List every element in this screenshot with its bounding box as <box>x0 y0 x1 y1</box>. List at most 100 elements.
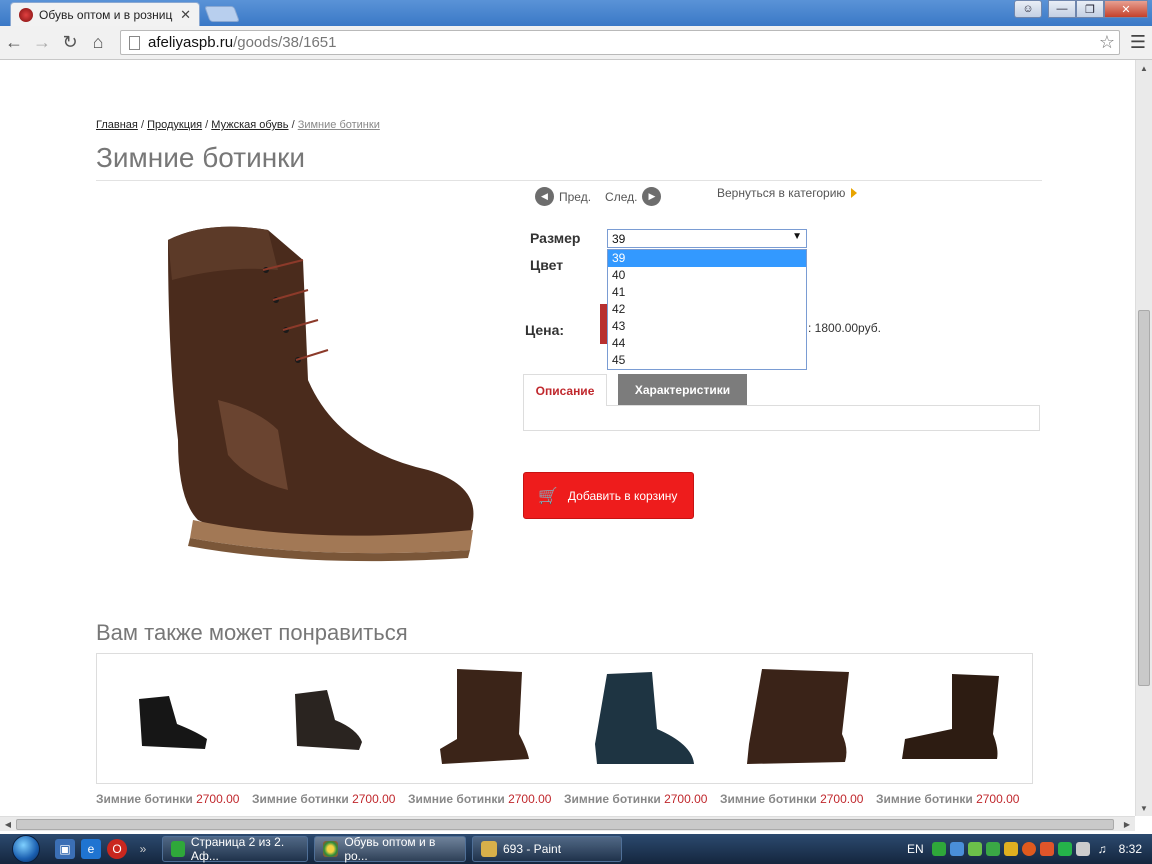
recommended-item-image[interactable] <box>139 696 207 749</box>
recommended-item-image[interactable] <box>440 669 529 764</box>
next-link[interactable]: След. <box>605 190 637 204</box>
breadcrumb-home-link[interactable]: Главная <box>96 119 138 131</box>
back-to-category-label: Вернуться в категорию <box>717 186 846 200</box>
item-name: Зимние ботинки <box>252 792 349 806</box>
scroll-right-icon[interactable]: ▶ <box>1119 817 1135 832</box>
scrollbar-thumb[interactable] <box>16 819 1114 830</box>
tray-icon[interactable] <box>1057 842 1072 856</box>
browser-toolbar: ← → ↻ ⌂ afeliyaspb.ru/goods/38/1651 ☆ ☰ <box>0 26 1152 60</box>
recommended-item-image[interactable] <box>295 690 362 750</box>
size-option[interactable]: 40 <box>608 267 806 284</box>
chevron-right-icon[interactable]: » <box>133 839 153 859</box>
color-label: Цвет <box>530 257 564 273</box>
clock[interactable]: 8:32 <box>1119 842 1142 856</box>
recommended-item-caption[interactable]: Зимние ботинки 2700.00 <box>408 792 551 806</box>
bookmark-star-icon[interactable]: ☆ <box>1099 32 1115 53</box>
volume-icon[interactable]: ♫ <box>1098 842 1107 856</box>
size-option[interactable]: 39 <box>608 250 806 267</box>
minimize-button[interactable]: — <box>1048 0 1076 18</box>
breadcrumb-mens-link[interactable]: Мужская обувь <box>211 119 288 131</box>
language-indicator[interactable]: EN <box>907 842 924 856</box>
recommended-item-caption[interactable]: Зимние ботинки 2700.00 <box>720 792 863 806</box>
quicklaunch-icon[interactable]: ▣ <box>55 839 75 859</box>
tab-title: Обувь оптом и в розниц <box>39 7 173 22</box>
scrollbar-thumb[interactable] <box>1138 310 1150 686</box>
taskbar-item[interactable]: 693 - Paint <box>472 836 622 862</box>
taskbar-item[interactable]: Обувь оптом и в ро... <box>314 835 466 863</box>
scroll-left-icon[interactable]: ◀ <box>0 817 16 832</box>
recommended-item-caption[interactable]: Зимние ботинки 2700.00 <box>564 792 707 806</box>
recommended-item-image[interactable] <box>595 672 694 764</box>
size-option[interactable]: 42 <box>608 301 806 318</box>
tab-close-icon[interactable]: ✕ <box>180 7 191 23</box>
item-name: Зимние ботинки <box>408 792 505 806</box>
item-price: 2700.00 <box>820 792 864 806</box>
price-value: : 1800.00руб. <box>808 321 881 335</box>
forward-arrow-icon[interactable]: → <box>28 29 56 57</box>
size-option[interactable]: 43 <box>608 318 806 335</box>
tab-panel <box>523 405 1040 431</box>
breadcrumb-separator: / <box>140 119 144 131</box>
opera-icon[interactable]: O <box>107 839 127 859</box>
prev-arrow-icon[interactable]: ◀ <box>535 187 554 206</box>
back-arrow-icon[interactable]: ← <box>0 29 28 57</box>
size-option[interactable]: 45 <box>608 352 806 369</box>
close-window-button[interactable]: ✕ <box>1104 0 1148 18</box>
window-controls: ☺ — ❐ ✕ <box>1014 0 1148 18</box>
tab-description[interactable]: Описание <box>523 374 607 406</box>
home-icon[interactable]: ⌂ <box>84 29 112 57</box>
tray-icon[interactable] <box>949 842 964 856</box>
item-price: 2700.00 <box>508 792 552 806</box>
windows-taskbar: ▣ e O » Страница 2 из 2. Аф... Обувь опт… <box>0 834 1152 864</box>
size-option[interactable]: 44 <box>608 335 806 352</box>
size-label: Размер <box>530 230 581 246</box>
recommended-item-caption[interactable]: Зимние ботинки 2700.00 <box>876 792 1019 806</box>
new-tab-button[interactable] <box>204 6 240 22</box>
add-to-cart-label: Добавить в корзину <box>567 488 678 503</box>
reload-icon[interactable]: ↻ <box>56 29 84 57</box>
user-profile-icon[interactable]: ☺ <box>1014 0 1042 18</box>
tray-icon[interactable] <box>1039 842 1054 856</box>
windows-logo-icon <box>12 835 40 863</box>
tray-icon[interactable] <box>1075 842 1090 856</box>
price-label: Цена: <box>525 322 565 338</box>
product-tabs: Описание Характеристики <box>523 374 1040 431</box>
taskbar-item-label: Обувь оптом и в ро... <box>344 835 436 863</box>
add-to-cart-button[interactable]: 🛒 Добавить в корзину <box>523 472 694 519</box>
browser-tab[interactable]: Обувь оптом и в розниц ✕ <box>10 2 200 26</box>
recommended-item-caption[interactable]: Зимние ботинки 2700.00 <box>252 792 395 806</box>
breadcrumb-products-link[interactable]: Продукция <box>147 119 202 131</box>
also-like-carousel <box>96 653 1033 784</box>
size-select[interactable]: 39 ▼ <box>607 229 807 248</box>
start-button[interactable] <box>0 834 52 864</box>
chrome-menu-icon[interactable]: ☰ <box>1130 32 1146 53</box>
tray-icon[interactable] <box>985 842 1000 856</box>
size-option[interactable]: 41 <box>608 284 806 301</box>
scroll-up-icon[interactable]: ▲ <box>1136 60 1152 76</box>
recommended-item-image[interactable] <box>747 669 849 764</box>
next-arrow-icon[interactable]: ▶ <box>642 187 662 206</box>
app-icon <box>171 841 185 857</box>
browser-tab-bar: Обувь оптом и в розниц ✕ ☺ — ❐ ✕ <box>0 0 1152 26</box>
address-bar[interactable]: afeliyaspb.ru/goods/38/1651 ☆ <box>120 30 1120 55</box>
prev-next-nav: ◀ Пред. След. ▶ <box>535 187 662 206</box>
cart-icon: 🛒 <box>538 487 558 505</box>
internet-explorer-icon[interactable]: e <box>81 839 101 859</box>
tray-icon[interactable] <box>931 842 946 856</box>
horizontal-scrollbar[interactable]: ◀ ▶ <box>0 816 1135 831</box>
url-host: afeliyaspb.ru <box>148 34 234 51</box>
breadcrumb-current[interactable]: Зимние ботинки <box>298 119 380 131</box>
tab-characteristics[interactable]: Характеристики <box>618 374 747 405</box>
scroll-down-icon[interactable]: ▼ <box>1136 800 1152 816</box>
tray-icon[interactable] <box>967 842 982 856</box>
tray-icon[interactable] <box>1021 842 1036 856</box>
prev-link[interactable]: Пред. <box>559 190 591 204</box>
title-divider <box>96 180 1042 181</box>
back-to-category-link[interactable]: Вернуться в категорию <box>717 186 858 200</box>
tray-icon[interactable] <box>1003 842 1018 856</box>
vertical-scrollbar[interactable]: ▲ ▼ <box>1135 60 1152 816</box>
recommended-item-caption[interactable]: Зимние ботинки 2700.00 <box>96 792 239 806</box>
taskbar-item[interactable]: Страница 2 из 2. Аф... <box>162 835 308 863</box>
recommended-item-image[interactable] <box>902 674 999 759</box>
maximize-button[interactable]: ❐ <box>1076 0 1104 18</box>
